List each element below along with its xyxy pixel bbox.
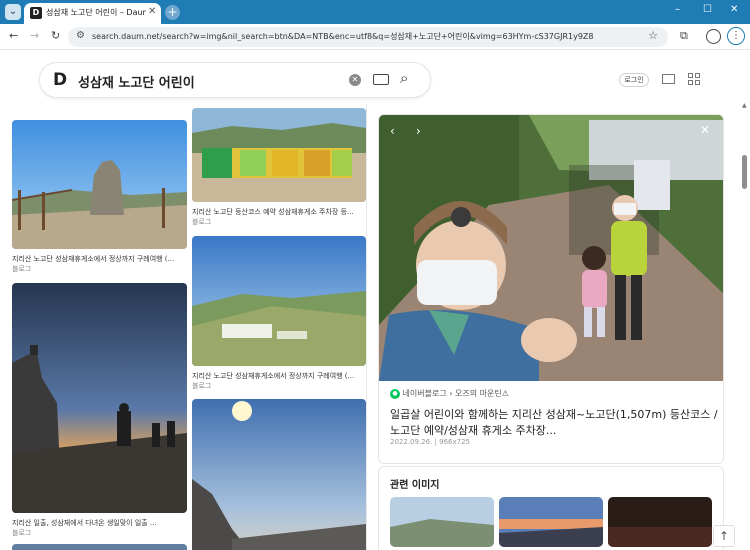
site-info-icon[interactable]: ⚙ [76, 30, 85, 41]
close-detail-button[interactable]: ✕ [700, 123, 710, 137]
result-image-4[interactable] [192, 236, 366, 366]
search-input[interactable]: 성삼재 노고단 어린이 [78, 72, 195, 91]
mail-icon[interactable] [662, 74, 675, 84]
result-source: 블로그 [192, 218, 212, 226]
extensions-icon[interactable]: ⧉ [680, 29, 688, 43]
clear-search-icon[interactable]: ✕ [349, 74, 361, 86]
result-image-3[interactable] [192, 108, 366, 202]
url-text: search.daum.net/search?w=img&nil_search=… [92, 32, 594, 41]
result-source: 블로그 [192, 382, 212, 390]
related-thumb-2[interactable] [499, 497, 603, 547]
result-image-1[interactable] [12, 120, 187, 249]
reload-button[interactable]: ↻ [51, 29, 60, 42]
detail-title-line1[interactable]: 일곱살 어린이와 함께하는 지리산 성삼재~노고단(1,507m) 등산코스 / [390, 406, 718, 422]
next-image-button[interactable]: › [416, 124, 421, 138]
browser-menu-icon[interactable]: ⋮ [727, 27, 745, 45]
detail-date: 2022.09.26. [390, 438, 433, 446]
detail-title-line2[interactable]: 노고단 예약/성삼재 휴게소 주차장... [390, 422, 556, 438]
scrollbar-thumb[interactable] [742, 155, 747, 189]
related-thumb-1[interactable] [390, 497, 494, 547]
tab-close-icon[interactable]: ✕ [148, 6, 156, 17]
apps-grid-icon[interactable] [688, 73, 700, 85]
panel-divider [366, 104, 367, 550]
result-caption[interactable]: 지리산 일출, 성삼재에서 다녀온 생일맞이 일출 ... [12, 518, 187, 528]
result-source: 블로그 [12, 529, 32, 537]
search-box: D 성삼재 노고단 어린이 ✕ ⌕ [39, 62, 431, 98]
minimize-button[interactable]: – [675, 4, 680, 15]
related-images-section: 관련 이미지 [378, 466, 724, 550]
source-author: 오즈의 마운틴⚠ [455, 389, 509, 398]
browser-titlebar: ⌄ D 성삼재 노고단 어린이 – Daum 검색 ✕ + – ☐ ✕ [0, 0, 750, 24]
result-image-6[interactable] [192, 399, 366, 550]
bookmark-star-icon[interactable]: ☆ [648, 29, 658, 42]
forward-button[interactable]: → [30, 29, 39, 42]
result-caption[interactable]: 지리산 노고단 등산코스 예약 성삼재휴게소 주차장 등... [192, 207, 366, 217]
detail-source[interactable]: ● 네이버블로그 › 오즈의 마운틴⚠ [390, 388, 509, 399]
related-thumb-3[interactable] [608, 497, 712, 547]
detail-photo[interactable] [379, 115, 723, 381]
image-detail-panel: ‹ › ✕ ● 네이버블로그 › 오즈의 마운틴⚠ 일곱살 어린이와 함께하는 … [378, 114, 724, 464]
daum-logo[interactable]: D [53, 70, 67, 90]
browser-toolbar: ← → ↻ ⚙ search.daum.net/search?w=img&nil… [0, 24, 750, 50]
scroll-up-arrow-icon[interactable]: ▲ [742, 102, 747, 109]
window-close-button[interactable]: ✕ [730, 4, 738, 15]
detail-meta: 2022.09.26. | 966x725 [390, 438, 470, 446]
search-icon[interactable]: ⌕ [400, 69, 408, 87]
address-bar[interactable]: ⚙ search.daum.net/search?w=img&nil_searc… [68, 27, 668, 47]
result-caption[interactable]: 지리산 노고단 성삼재휴게소에서 정상까지 구례여행 (... [192, 371, 366, 381]
back-button[interactable]: ← [9, 29, 18, 42]
keyboard-icon[interactable] [373, 74, 389, 85]
profile-avatar-icon[interactable] [706, 29, 721, 44]
result-image-5[interactable] [12, 544, 187, 550]
blog-source-icon: ● [390, 388, 400, 399]
new-tab-button[interactable]: + [165, 5, 180, 20]
login-button[interactable]: 로그인 [619, 73, 649, 87]
tab-title: 성삼재 노고단 어린이 – Daum 검색 [46, 8, 146, 17]
tab-search-button[interactable]: ⌄ [5, 4, 21, 20]
source-site: 네이버블로그 [402, 389, 447, 398]
image-results-grid: 지리산 노고단 성삼재휴게소에서 정상까지 구례여행 (... 블로그 지리산 … [0, 104, 366, 550]
detail-size: 966x725 [439, 438, 471, 446]
daum-favicon-icon: D [30, 7, 42, 19]
related-images-label: 관련 이미지 [390, 480, 440, 491]
result-image-2[interactable] [12, 283, 187, 513]
result-source: 블로그 [12, 265, 32, 273]
result-caption[interactable]: 지리산 노고단 성삼재휴게소에서 정상까지 구례여행 (... [12, 254, 187, 264]
source-separator: › [449, 389, 453, 398]
back-to-top-button[interactable]: ↑ [713, 525, 735, 547]
prev-image-button[interactable]: ‹ [390, 124, 395, 138]
maximize-button[interactable]: ☐ [703, 4, 712, 15]
browser-tab-active[interactable]: D 성삼재 노고단 어린이 – Daum 검색 ✕ [24, 3, 161, 24]
